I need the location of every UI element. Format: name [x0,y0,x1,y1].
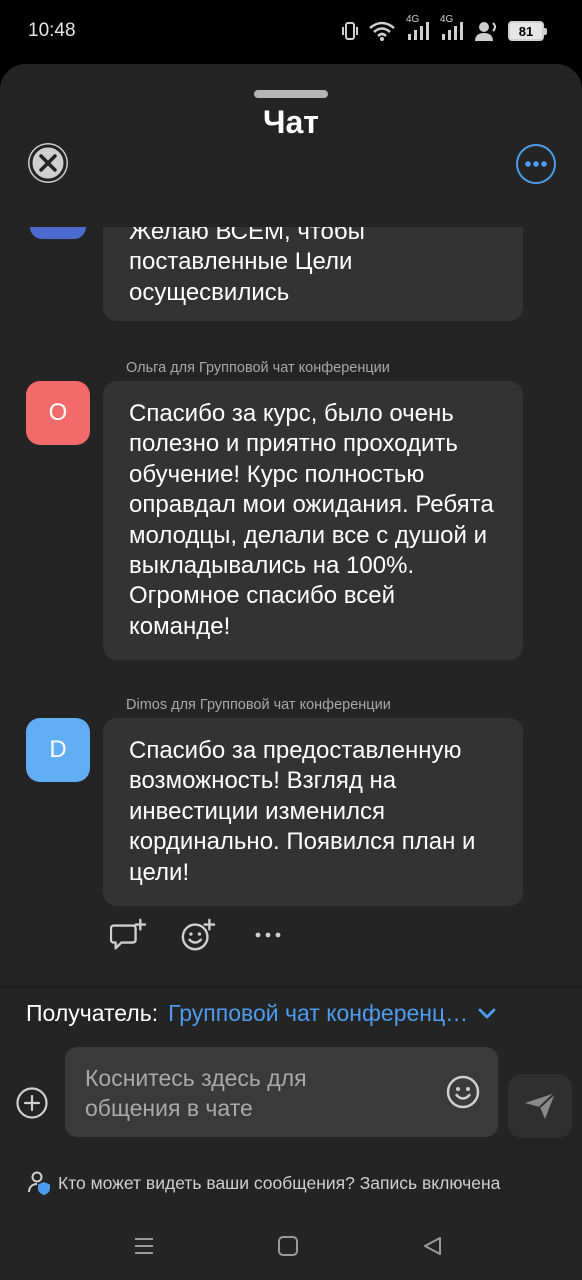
emoji-button[interactable] [446,1075,480,1109]
system-nav-bar [0,1214,582,1280]
recipient-selector[interactable]: Получатель: Групповой чат конференц… [26,1000,496,1027]
add-attachment-button[interactable] [16,1087,48,1119]
vibrate-icon [342,18,358,44]
network-type-label: 4G [440,14,454,25]
home-button[interactable] [276,1234,300,1258]
plus-circle-icon [16,1087,48,1119]
avatar-letter: D [49,736,67,763]
more-options-button[interactable] [516,144,556,184]
avatar [30,227,86,239]
message-text: Желаю ВСЕМ, чтобы поставленные Цели осущ… [129,227,365,306]
network-type-label: 4G [406,14,420,25]
status-bar: 10:48 4G 4G 81 [0,0,582,64]
privacy-notice[interactable]: Кто может видеть ваши сообщения? Запись … [28,1170,500,1196]
message-sender: Dimos для Групповой чат конференции [126,697,391,713]
send-button[interactable] [508,1074,572,1138]
wifi-icon [368,18,396,44]
user-shield-icon [28,1171,50,1195]
message-text: Спасибо за курс, было очень полезно и пр… [129,400,494,640]
chevron-down-icon[interactable] [478,1008,496,1020]
battery-icon: 81 [508,21,547,41]
status-time: 10:48 [28,20,76,41]
more-dots-icon [525,161,547,167]
chat-input[interactable]: Коснитесь здесь для общения в чате [65,1047,498,1137]
add-reaction-button[interactable] [180,917,216,953]
back-triangle-icon [424,1237,441,1255]
avatar[interactable]: D [26,718,90,782]
message-sender: Ольга для Групповой чат конференции [126,360,390,376]
message-bubble[interactable]: Спасибо за предоставленную возможность! … [103,718,523,906]
back-button[interactable] [420,1234,444,1258]
menu-lines-icon [135,1238,153,1254]
message-bubble[interactable]: Спасибо за курс, было очень полезно и пр… [103,381,523,660]
message-bubble[interactable]: Желаю ВСЕМ, чтобы поставленные Цели осущ… [103,227,523,321]
add-emoji-icon [181,918,216,951]
emoji-icon [446,1075,480,1109]
close-icon [29,144,67,182]
signal-icon: 4G [440,14,464,44]
add-comment-icon [110,918,146,950]
chat-header: Чат [0,64,582,227]
privacy-text[interactable]: Кто может видеть ваши сообщения? Запись … [58,1173,500,1194]
message-text: Спасибо за предоставленную возможность! … [129,737,476,886]
chat-sheet: Чат Желаю ВСЕМ, чтобы поставленные Цели … [0,64,582,1280]
page-title: Чат [263,104,319,140]
home-square-icon [278,1236,298,1256]
status-icons: 4G 4G 81 [342,14,547,44]
chat-input-placeholder: Коснитесь здесь для общения в чате [85,1065,307,1121]
recents-button[interactable] [132,1234,156,1258]
more-horizontal-icon [255,932,281,938]
avatar-letter: О [48,399,68,426]
reply-button[interactable] [110,917,146,953]
recipient-value[interactable]: Групповой чат конференц… [168,1000,468,1027]
send-icon [525,1092,556,1119]
avatar[interactable]: О [26,381,90,445]
message-actions [110,917,286,953]
composer-divider [0,986,582,988]
signal-icon: 4G [406,14,430,44]
hotspot-icon [474,18,498,44]
more-actions-button[interactable] [250,917,286,953]
recipient-label: Получатель: [26,1000,159,1026]
sheet-drag-handle[interactable] [254,90,328,98]
message-list[interactable]: Желаю ВСЕМ, чтобы поставленные Цели осущ… [0,227,582,987]
close-button[interactable] [28,143,68,183]
